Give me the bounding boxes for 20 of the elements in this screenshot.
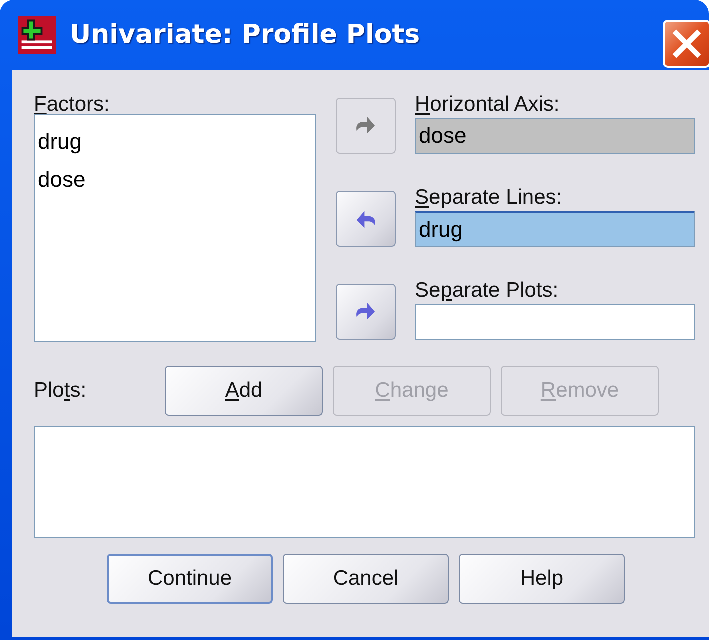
close-icon [672, 29, 702, 59]
target-label: Separate Plots: [415, 278, 560, 304]
dialog-button[interactable]: Cancel [283, 554, 449, 604]
dialog-button[interactable]: Help [459, 554, 625, 604]
move-button[interactable] [336, 191, 396, 247]
move-button[interactable] [336, 284, 396, 340]
target-label: Separate Lines: [415, 185, 564, 211]
dialog-button[interactable]: Continue [107, 554, 273, 604]
plot-action-button[interactable]: Add [165, 366, 323, 416]
window-title: Univariate: Profile Plots [70, 20, 422, 50]
factor-item[interactable]: dose [38, 161, 312, 199]
target-label: Horizontal Axis: [415, 92, 561, 118]
plots-list[interactable] [34, 426, 695, 538]
target-field[interactable] [415, 304, 695, 340]
factor-item[interactable]: drug [38, 123, 312, 161]
target-field[interactable]: drug [415, 211, 695, 247]
app-icon [18, 16, 56, 54]
plots-label: Plots: [34, 378, 88, 404]
close-button[interactable] [663, 20, 709, 68]
factors-list[interactable]: drug dose [34, 114, 316, 342]
